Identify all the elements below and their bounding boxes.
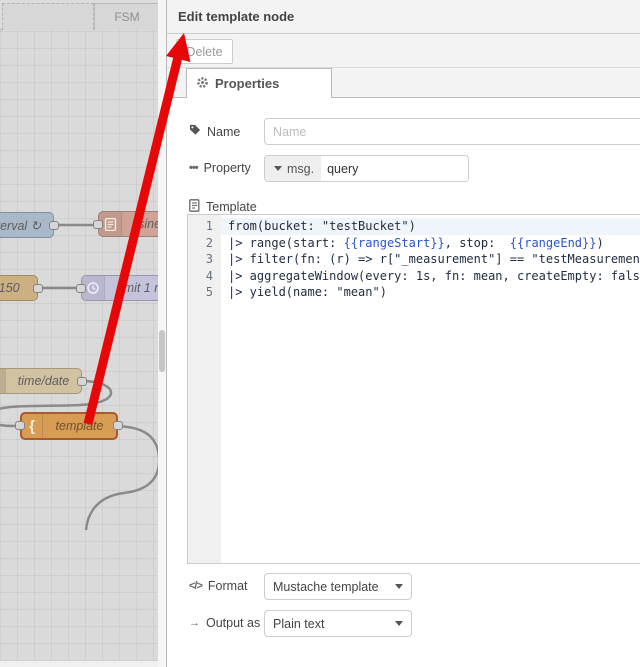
edit-tray: Edit template node Delete Properties Nam… — [166, 0, 640, 667]
code-gutter: 1 2 3 4 5 — [188, 215, 221, 563]
tray-tabbar: Properties — [167, 68, 640, 98]
property-type-dropdown[interactable]: msg. — [265, 156, 322, 181]
node-port[interactable] — [113, 421, 123, 430]
line-number: 1 — [205, 219, 213, 233]
code-line: from(bucket: "testBucket") — [221, 218, 640, 235]
code-line: |> yield(name: "mean") — [228, 285, 387, 299]
name-label: Name — [189, 124, 240, 139]
node-interval[interactable]: interval ↻ — [0, 212, 54, 238]
code-line: |> range(start: {{rangeStart}}, stop: {{… — [228, 235, 604, 250]
gear-icon — [196, 76, 209, 92]
line-number: 4 — [205, 268, 213, 283]
canvas-horizontal-scrollbar[interactable] — [0, 661, 158, 667]
code-line: |> filter(fn: (r) => r["_measurement"] =… — [228, 252, 640, 266]
node-limit[interactable]: limit 1 ms — [81, 275, 166, 301]
scrollbar-thumb[interactable] — [159, 330, 165, 372]
line-number: 3 — [205, 252, 213, 266]
tab-properties[interactable]: Properties — [186, 68, 332, 98]
brace-icon: { — [29, 417, 35, 435]
tag-icon — [189, 124, 201, 139]
node-label: template — [55, 419, 104, 433]
flow-canvas[interactable]: interval ↻ sineW s-150 limit 1 ms f tim — [0, 0, 166, 667]
node-port[interactable] — [33, 284, 43, 293]
code-line: |> aggregateWindow(every: 1s, fn: mean, … — [228, 268, 640, 283]
node-port[interactable] — [76, 284, 86, 293]
template-label: Template — [189, 199, 257, 215]
node-label: interval ↻ — [0, 218, 42, 233]
output-as-label: → Output as — [189, 616, 261, 630]
code-lines: from(bucket: "testBucket") |> range(start… — [221, 215, 640, 563]
node-port[interactable] — [49, 221, 59, 230]
property-typed-input: msg. — [264, 155, 469, 182]
page: interval ↻ sineW s-150 limit 1 ms f tim — [0, 0, 640, 667]
node-port[interactable] — [15, 421, 25, 430]
property-value-input[interactable] — [321, 156, 468, 181]
canvas-vertical-scrollbar[interactable] — [158, 0, 166, 667]
node-label: s-150 — [0, 281, 20, 295]
caret-down-icon — [274, 166, 282, 171]
document-icon — [189, 199, 200, 215]
format-select[interactable]: Mustache template — [264, 573, 412, 600]
workspace-tab-empty[interactable] — [2, 3, 94, 30]
name-input[interactable] — [264, 118, 640, 145]
node-port[interactable] — [93, 220, 103, 229]
node-port[interactable] — [77, 377, 87, 386]
delete-button[interactable]: Delete — [176, 39, 233, 64]
tray-body: Name ••• Property msg. Template — [167, 98, 640, 666]
workspace-tabbar: FSM — [0, 0, 166, 30]
ellipsis-icon: ••• — [189, 162, 199, 174]
workspace-tab-fsm[interactable]: FSM — [94, 3, 160, 30]
chevron-down-icon — [395, 621, 403, 626]
canvas-grid — [0, 30, 158, 661]
node-label: limit 1 ms — [118, 281, 166, 295]
node-label: time/date — [17, 374, 70, 388]
code-brackets-icon: </> — [189, 580, 203, 592]
property-label: ••• Property — [189, 161, 251, 175]
format-label: </> Format — [189, 579, 248, 593]
arrow-right-icon: → — [189, 617, 200, 629]
tray-toolbar: Delete — [167, 34, 640, 68]
output-as-select[interactable]: Plain text — [264, 610, 412, 637]
node-template-selected[interactable]: { template — [20, 412, 118, 440]
node-timedate[interactable]: f time/date — [0, 368, 82, 394]
line-number: 2 — [205, 235, 213, 250]
template-code-editor[interactable]: 1 2 3 4 5 from(bucket: "testBucket") |> range… — [187, 214, 640, 564]
node-sinewave[interactable]: sineW — [98, 211, 166, 237]
line-number: 5 — [205, 285, 213, 299]
tray-title: Edit template node — [167, 0, 640, 34]
chevron-down-icon — [395, 584, 403, 589]
